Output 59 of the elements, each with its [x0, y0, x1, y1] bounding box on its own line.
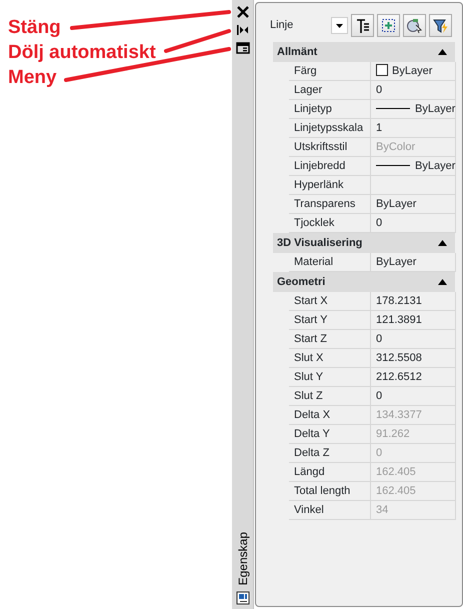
object-type-dropdown[interactable]: Linje: [264, 14, 348, 37]
caret-icon: [336, 24, 343, 28]
filter-button[interactable]: [429, 14, 452, 37]
properties-icon[interactable]: [236, 591, 250, 605]
property-label: Slut Z: [289, 387, 371, 406]
quick-select-button[interactable]: [403, 14, 426, 37]
selection-icon: [380, 17, 397, 34]
section-header[interactable]: Allmänt: [273, 42, 455, 62]
section-header[interactable]: 3D Visualisering: [273, 233, 455, 253]
property-label: Linjebredd: [289, 157, 371, 176]
property-label: Start Z: [289, 330, 371, 349]
property-label: Utskriftsstil: [289, 138, 371, 157]
property-label: Delta X: [289, 406, 371, 425]
property-label: Vinkel: [289, 501, 371, 520]
property-value[interactable]: 0: [371, 81, 456, 100]
property-value[interactable]: 0: [371, 330, 456, 349]
quick-select-icon: [406, 17, 423, 34]
linetype-sample: [376, 165, 410, 166]
property-label: Linjetypsskala: [289, 119, 371, 138]
property-label: Lager: [289, 81, 371, 100]
property-value[interactable]: 121.3891: [371, 311, 456, 330]
menu-icon[interactable]: [236, 41, 250, 55]
callout-label: Meny: [8, 66, 57, 90]
select-objects-button[interactable]: [377, 14, 400, 37]
callout-label: Stäng: [8, 16, 61, 40]
collapse-icon[interactable]: [438, 240, 447, 246]
property-value[interactable]: ByLayer: [371, 195, 456, 214]
collapse-icon[interactable]: [438, 49, 447, 55]
color-swatch: [376, 64, 388, 76]
collapse-icon[interactable]: [438, 279, 447, 285]
property-label: Hyperlänk: [289, 176, 371, 195]
property-value[interactable]: ByLayer: [371, 157, 456, 176]
filter-icon: [432, 17, 449, 34]
property-label: Linjetyp: [289, 100, 371, 119]
property-label: Längd: [289, 463, 371, 482]
property-value[interactable]: 212.6512: [371, 368, 456, 387]
linetype-sample: [376, 108, 410, 109]
toggle-pickadd-button[interactable]: [351, 14, 374, 37]
tree-list-icon: [354, 17, 371, 34]
property-label: Start Y: [289, 311, 371, 330]
callout-label: Dölj automatiskt: [8, 41, 156, 65]
property-label: Slut X: [289, 349, 371, 368]
close-icon[interactable]: [236, 5, 250, 19]
property-label: Delta Y: [289, 425, 371, 444]
property-value[interactable]: 312.5508: [371, 349, 456, 368]
property-label: Start X: [289, 292, 371, 311]
property-label: Färg: [289, 62, 371, 81]
property-label: Delta Z: [289, 444, 371, 463]
property-label: Slut Y: [289, 368, 371, 387]
property-value[interactable]: 0: [371, 387, 456, 406]
auto-hide-icon[interactable]: [236, 23, 250, 37]
property-value[interactable]: 178.2131: [371, 292, 456, 311]
section-header[interactable]: Geometri: [273, 272, 455, 292]
property-value[interactable]: 1: [371, 119, 456, 138]
property-label: Transparens: [289, 195, 371, 214]
property-value[interactable]: ByLayer: [371, 62, 456, 81]
property-value[interactable]: ByLayer: [371, 100, 456, 119]
property-label: Total length: [289, 482, 371, 501]
panel-title: Egenskap: [236, 532, 248, 585]
